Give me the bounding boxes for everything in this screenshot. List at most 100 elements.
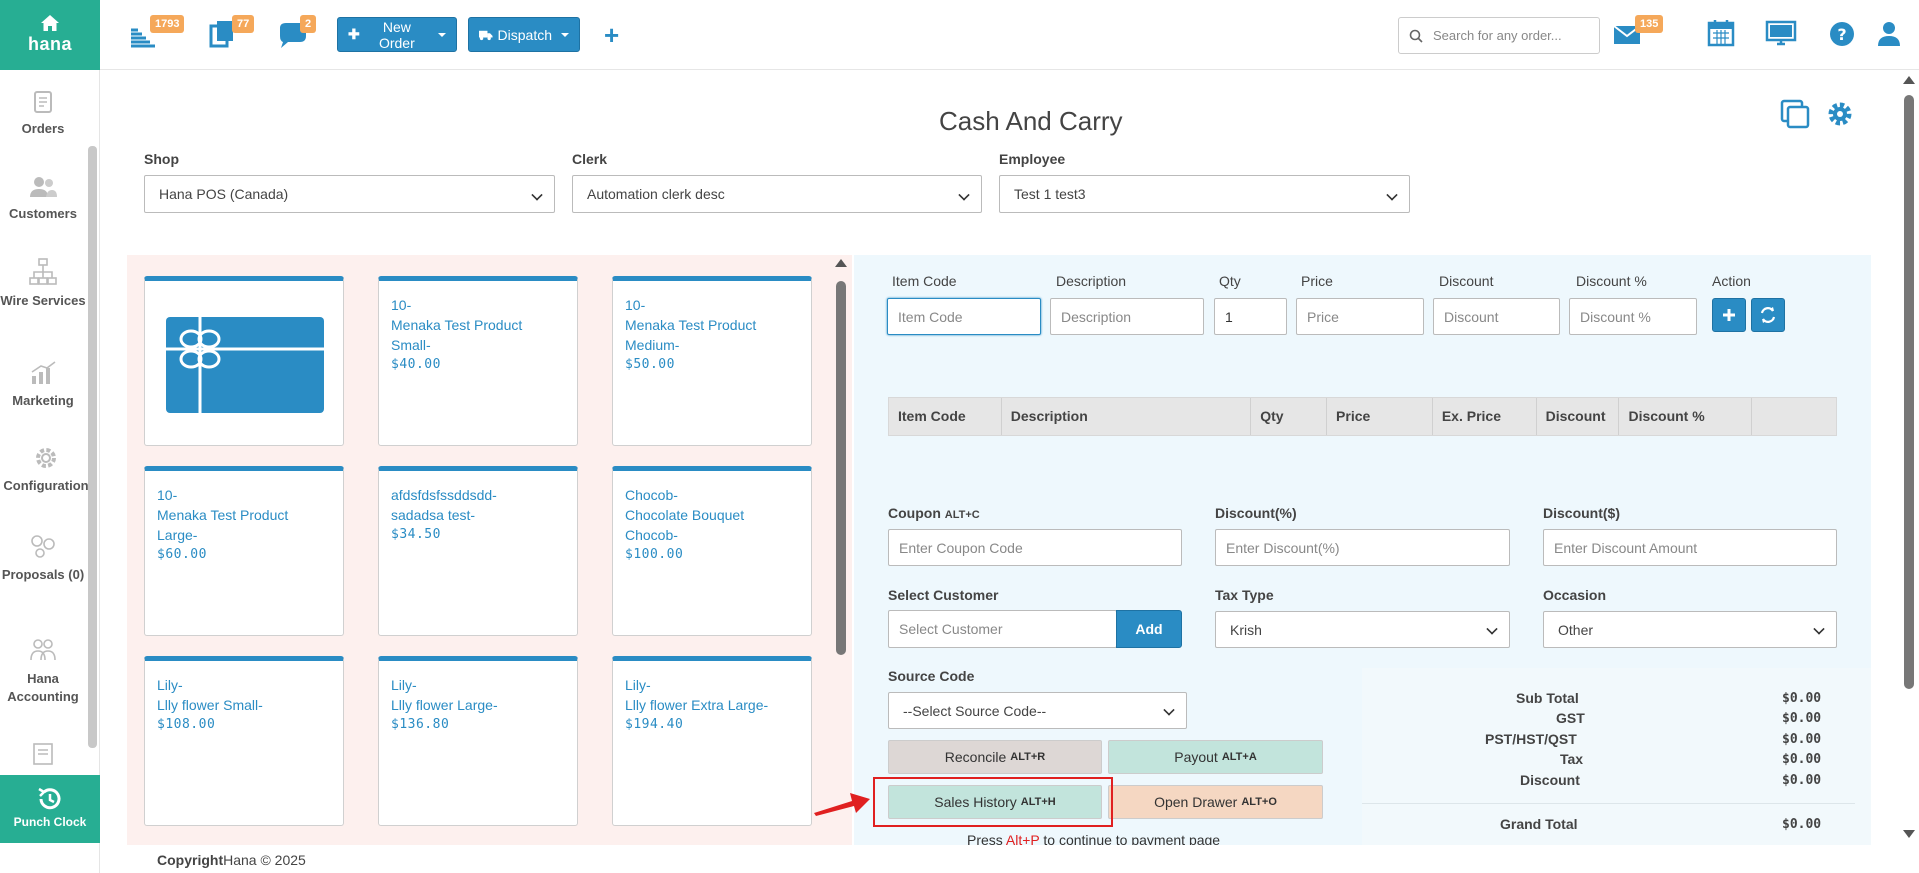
- gear-icon: [36, 448, 56, 468]
- main-scroll-up-arrow[interactable]: [1903, 76, 1915, 84]
- pst-label: PST/HST/QST: [1485, 731, 1577, 747]
- coupon-input[interactable]: [888, 529, 1182, 566]
- product-price: $60.00: [157, 547, 207, 562]
- product-card[interactable]: Lily- Llly flower Extra Large- $194.40: [612, 656, 812, 826]
- dispatch-button[interactable]: Dispatch: [468, 17, 580, 52]
- product-card[interactable]: 10- Menaka Test Product Medium- $50.00: [612, 276, 812, 446]
- main-scrollbar[interactable]: [1904, 95, 1914, 689]
- orders-stack-button[interactable]: 1793: [128, 15, 185, 52]
- mail-button[interactable]: 135: [1613, 15, 1664, 52]
- product-card[interactable]: Chocob- Chocolate Bouquet Chocob- $100.0…: [612, 466, 812, 636]
- proposals-icon: [31, 535, 55, 558]
- price-label: Price: [1301, 273, 1333, 289]
- item-code-input[interactable]: [887, 298, 1041, 335]
- orders-badge: 1793: [150, 15, 185, 33]
- chat-button[interactable]: 2: [276, 15, 317, 52]
- search-box[interactable]: [1398, 17, 1600, 54]
- product-price: $194.40: [625, 717, 684, 732]
- search-input[interactable]: [1433, 28, 1593, 43]
- user-button[interactable]: [1876, 18, 1910, 52]
- sidebar-item-wire-services[interactable]: Wire Services: [0, 258, 86, 310]
- discount-pct-input[interactable]: [1569, 298, 1697, 335]
- product-card[interactable]: 10- Menaka Test Product Small- $40.00: [378, 276, 578, 446]
- payout-button[interactable]: Payout ALT+A: [1108, 740, 1323, 774]
- settings-button[interactable]: [1826, 100, 1854, 133]
- discount-percent-label: Discount(%): [1215, 505, 1297, 521]
- calendar-button[interactable]: [1707, 18, 1741, 52]
- sidebar-item-customers[interactable]: Customers: [0, 175, 86, 223]
- highlight-box: [873, 777, 1113, 827]
- shop-select[interactable]: Hana POS (Canada): [144, 175, 555, 213]
- plus-icon: ✚: [348, 26, 360, 42]
- occasion-select[interactable]: Other: [1543, 611, 1837, 648]
- occasion-label: Occasion: [1543, 587, 1607, 603]
- orders-icon: [34, 91, 52, 113]
- clerk-label: Clerk: [572, 151, 608, 167]
- grid-header-item-code: Item Code: [889, 398, 1002, 435]
- add-customer-button[interactable]: Add: [1116, 610, 1182, 648]
- tax-type-select[interactable]: Krish: [1215, 611, 1510, 648]
- select-customer-label: Select Customer: [888, 587, 999, 603]
- sidebar-item-configuration[interactable]: Configuration: [0, 445, 92, 495]
- qty-input[interactable]: [1214, 298, 1287, 335]
- product-scrollbar[interactable]: [836, 281, 846, 655]
- product-price: $40.00: [391, 357, 441, 372]
- refresh-icon: [1760, 307, 1776, 323]
- clerk-select[interactable]: Automation clerk desc: [572, 175, 982, 213]
- tax-type-label: Tax Type: [1215, 587, 1274, 603]
- employee-select[interactable]: Test 1 test3: [999, 175, 1410, 213]
- customers-icon: [30, 177, 57, 197]
- product-card-gift-card[interactable]: [144, 276, 344, 446]
- discount-percent-input[interactable]: [1215, 529, 1510, 566]
- sidebar-scrollbar[interactable]: [88, 146, 97, 748]
- coupon-label: Coupon ALT+C: [888, 505, 980, 521]
- plus-icon: [1723, 309, 1735, 321]
- marketing-icon: [31, 361, 56, 384]
- chevron-down-icon: [1813, 623, 1825, 635]
- add-item-button[interactable]: [1712, 298, 1746, 332]
- discount-amount-input[interactable]: [1543, 529, 1837, 566]
- gear-icon: [1828, 102, 1852, 126]
- copies-button[interactable]: 77: [208, 15, 255, 52]
- description-input[interactable]: [1050, 298, 1204, 335]
- sub-total-value: $0.00: [1782, 691, 1822, 706]
- discount-input[interactable]: [1433, 298, 1560, 335]
- refresh-button[interactable]: [1751, 298, 1785, 332]
- duplicate-window-button[interactable]: [1780, 99, 1810, 134]
- product-card[interactable]: 10- Menaka Test Product Large- $60.00: [144, 466, 344, 636]
- open-drawer-button[interactable]: Open Drawer ALT+O: [1108, 785, 1323, 819]
- home-logo[interactable]: hana: [0, 0, 100, 70]
- add-tab-plus-icon[interactable]: +: [604, 20, 619, 51]
- pst-value: $0.00: [1782, 732, 1822, 747]
- sidebar-item-orders[interactable]: Orders: [0, 90, 86, 138]
- price-input[interactable]: [1296, 298, 1424, 335]
- sidebar-item-proposals[interactable]: Proposals (0): [0, 532, 86, 584]
- help-button[interactable]: ?: [1828, 18, 1862, 52]
- grid-header-discount-pct: Discount %: [1619, 398, 1753, 435]
- grid-header-ex-price: Ex. Price: [1433, 398, 1537, 435]
- product-card[interactable]: Lily- Llly flower Large- $136.80: [378, 656, 578, 826]
- product-card[interactable]: afdsfdsfssddsdd- sadadsa test- $34.50: [378, 466, 578, 636]
- truck-icon: [479, 30, 493, 40]
- sidebar-item-more[interactable]: [0, 742, 86, 772]
- source-code-select[interactable]: --Select Source Code--: [888, 692, 1187, 729]
- gst-value: $0.00: [1782, 711, 1822, 726]
- grid-header-price: Price: [1327, 398, 1433, 435]
- punch-clock-button[interactable]: Punch Clock: [0, 775, 100, 843]
- grid-header-description: Description: [1002, 398, 1252, 435]
- accounting-icon: [30, 639, 56, 661]
- monitor-button[interactable]: [1765, 18, 1799, 52]
- sidebar-item-hana-accounting[interactable]: Hana Accounting: [0, 636, 86, 706]
- sidebar-item-marketing[interactable]: Marketing: [0, 360, 86, 410]
- discount-total-value: $0.00: [1782, 773, 1822, 788]
- main-scroll-down-arrow[interactable]: [1903, 830, 1915, 838]
- duplicate-icon: [1780, 99, 1810, 129]
- caret-down-icon: [561, 32, 569, 37]
- reconcile-button[interactable]: Reconcile ALT+R: [888, 740, 1102, 774]
- product-scroll-up-arrow[interactable]: [835, 259, 847, 267]
- select-customer-input[interactable]: [888, 610, 1117, 648]
- product-card[interactable]: Lily- Llly flower Small- $108.00: [144, 656, 344, 826]
- grid-header-qty: Qty: [1251, 398, 1328, 435]
- grid-header-discount: Discount: [1537, 398, 1620, 435]
- new-order-button[interactable]: ✚ New Order: [337, 17, 457, 52]
